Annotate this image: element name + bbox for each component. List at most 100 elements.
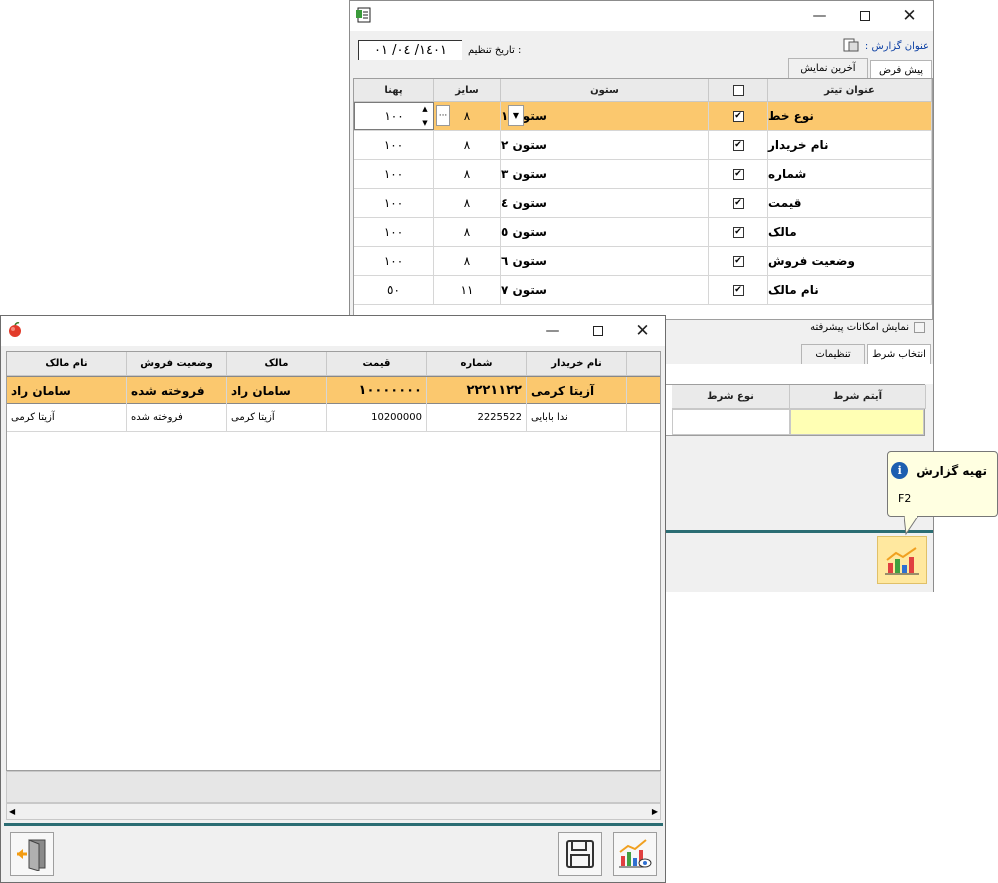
visible-checkbox-cell[interactable]: ✔ (709, 102, 768, 130)
result-column-header[interactable]: نام مالک (7, 352, 127, 376)
size-cell[interactable]: ٨ (434, 160, 501, 188)
column-config-row[interactable]: ١٠٠ ٨ ستون ٣ ✔ شماره (354, 160, 932, 189)
column-cell[interactable]: ستون ٣ (501, 160, 709, 188)
column-cell-text: ستون ٢ (501, 138, 547, 152)
advanced-option[interactable]: نمایش امکانات پیشرفته (810, 322, 925, 333)
result-maximize-button[interactable] (575, 316, 620, 346)
select-all-checkbox[interactable] (732, 84, 744, 96)
size-cell[interactable]: ٨ (434, 189, 501, 217)
visible-checkbox-cell[interactable]: ✔ (709, 189, 768, 217)
settings-header-select-all[interactable] (709, 79, 768, 102)
tooltip-header: تهیه گزارش i (891, 462, 987, 479)
visible-checkbox-cell[interactable]: ✔ (709, 218, 768, 246)
size-cell[interactable]: ٨ (434, 218, 501, 246)
visible-checkbox-cell[interactable]: ✔ (709, 276, 768, 304)
settings-minimize-button[interactable]: — (797, 1, 842, 31)
result-column-header[interactable]: وضعیت فروش (127, 352, 227, 376)
scroll-right-arrow[interactable]: ▶ (652, 807, 658, 816)
column-cell-text: ستون ٧ (501, 283, 547, 297)
chart-preview-icon (619, 839, 652, 868)
visible-checkbox[interactable]: ✔ (732, 284, 744, 296)
view-report-button[interactable] (613, 832, 657, 876)
column-config-row[interactable]: ١٠٠ ▲ ▼ ٨ ··· ستون ١ ▼ ✔ نوع خط (354, 102, 932, 131)
save-button[interactable] (558, 832, 602, 876)
column-cell[interactable]: ستون ٤ (501, 189, 709, 217)
visible-checkbox-cell[interactable]: ✔ (709, 131, 768, 159)
date-field[interactable]: ١٤٠١/ ٠٤/ ٠١ (358, 40, 462, 60)
result-close-button[interactable]: ✕ (620, 316, 665, 346)
width-cell[interactable]: ١٠٠ (354, 160, 434, 188)
visible-checkbox[interactable]: ✔ (732, 168, 744, 180)
size-cell-text: ٨ (463, 138, 471, 152)
default-tab[interactable]: پیش فرض (870, 60, 932, 80)
result-row[interactable]: سامان راد فروخته شده سامان راد ١٠٠٠٠٠٠٠ ٢٢٢١… (7, 376, 660, 404)
visible-checkbox[interactable]: ✔ (732, 139, 744, 151)
width-cell[interactable]: ١٠٠ (354, 189, 434, 217)
column-cell[interactable]: ستون ٦ (501, 247, 709, 275)
result-column-header[interactable]: شماره (427, 352, 527, 376)
width-cell[interactable]: ٥٠ (354, 276, 434, 304)
result-cell: فروخته شده (127, 377, 227, 404)
visible-checkbox-cell[interactable]: ✔ (709, 247, 768, 275)
size-cell-text: ٨ (463, 254, 471, 268)
settings-title-bar: — ✕ (350, 1, 933, 31)
result-divider (4, 823, 663, 826)
title-cell: مالک (768, 218, 932, 246)
size-cell[interactable]: ١١ (434, 276, 501, 304)
tab-condition[interactable]: انتخاب شرط (867, 344, 931, 364)
visible-checkbox[interactable]: ✔ (732, 197, 744, 209)
visible-checkbox[interactable]: ✔ (732, 226, 744, 238)
spin-up-icon[interactable]: ▲ (422, 105, 427, 113)
title-cell-text: نوع خط (768, 109, 814, 123)
horizontal-scrollbar[interactable]: ◀ ▶ (6, 803, 661, 820)
visible-checkbox-cell[interactable]: ✔ (709, 160, 768, 188)
condition-item-cell[interactable] (790, 409, 924, 435)
width-cell[interactable]: ١٠٠ (354, 218, 434, 246)
size-cell[interactable]: ٨ (434, 247, 501, 275)
visible-checkbox[interactable]: ✔ (732, 110, 744, 122)
result-column-header[interactable]: قیمت (327, 352, 427, 376)
column-dropdown-arrow[interactable]: ▼ (508, 105, 524, 126)
size-cell[interactable]: ٨ ··· (434, 102, 501, 130)
width-cell[interactable]: ١٠٠ ▲ ▼ (354, 102, 434, 130)
settings-maximize-button[interactable] (842, 1, 887, 31)
column-config-row[interactable]: ١٠٠ ٨ ستون ٢ ✔ نام خریدار (354, 131, 932, 160)
result-column-header[interactable]: نام خریدار (527, 352, 627, 376)
title-cell-text: نام خریدار (768, 138, 829, 152)
title-cell: نام مالک (768, 276, 932, 304)
settings-close-button[interactable]: ✕ (887, 1, 932, 31)
scroll-left-arrow[interactable]: ◀ (9, 807, 15, 816)
tooltip-title: تهیه گزارش (916, 463, 987, 478)
size-ellipsis-button[interactable]: ··· (436, 105, 450, 126)
visible-checkbox[interactable]: ✔ (732, 255, 744, 267)
column-config-row[interactable]: ١٠٠ ٨ ستون ٦ ✔ وضعیت فروش (354, 247, 932, 276)
spin-down-icon[interactable]: ▼ (422, 119, 427, 127)
width-cell[interactable]: ١٠٠ (354, 131, 434, 159)
column-config-row[interactable]: ٥٠ ١١ ستون ٧ ✔ نام مالک (354, 276, 932, 305)
advanced-checkbox[interactable] (914, 322, 925, 333)
result-title-bar: — ✕ (1, 316, 665, 346)
column-config-row[interactable]: ١٠٠ ٨ ستون ٤ ✔ قیمت (354, 189, 932, 218)
exit-button[interactable] (10, 832, 54, 876)
column-cell[interactable]: ستون ١ ▼ (501, 102, 709, 130)
column-config-row[interactable]: ١٠٠ ٨ ستون ٥ ✔ مالک (354, 218, 932, 247)
title-cell: قیمت (768, 189, 932, 217)
tab-settings[interactable]: تنظیمات (801, 344, 865, 364)
result-minimize-button[interactable]: — (530, 316, 575, 346)
size-cell[interactable]: ٨ (434, 131, 501, 159)
column-cell[interactable]: ستون ٧ (501, 276, 709, 304)
column-cell[interactable]: ستون ٥ (501, 218, 709, 246)
title-cell-text: قیمت (768, 196, 802, 210)
prepare-report-button[interactable] (877, 536, 927, 584)
result-row[interactable]: آزیتا کرمی فروخته شده آزیتا کرمی 10200000 22… (7, 404, 660, 432)
title-cell: وضعیت فروش (768, 247, 932, 275)
width-spinner[interactable]: ▲ ▼ (419, 105, 431, 127)
title-cell: نام خریدار (768, 131, 932, 159)
width-cell[interactable]: ١٠٠ (354, 247, 434, 275)
size-cell-text: ٨ (463, 225, 471, 239)
apple-icon (7, 322, 23, 338)
result-column-header[interactable]: مالک (227, 352, 327, 376)
last-view-tab[interactable]: آخرین نمایش (788, 58, 868, 78)
condition-type-cell[interactable] (672, 409, 790, 435)
column-cell[interactable]: ستون ٢ (501, 131, 709, 159)
